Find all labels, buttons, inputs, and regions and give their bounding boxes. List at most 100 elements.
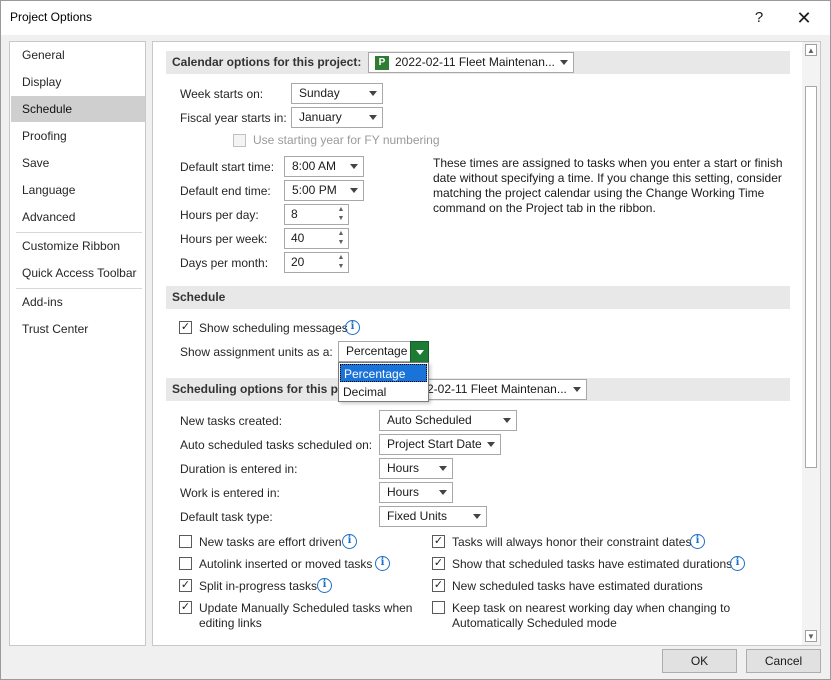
keep-working-day-checkbox[interactable]	[432, 601, 445, 614]
work-value: Hours	[387, 485, 420, 499]
nav-item-add-ins[interactable]: Add-ins	[11, 289, 145, 315]
task-type-combo[interactable]: Fixed Units	[379, 506, 487, 527]
task-type-label: Default task type:	[180, 510, 273, 524]
ok-button[interactable]: OK	[662, 649, 737, 673]
work-combo[interactable]: Hours	[379, 482, 453, 503]
vertical-scrollbar[interactable]: ▲ ▼	[802, 42, 820, 645]
info-icon[interactable]: i	[690, 534, 705, 549]
chevron-down-icon	[573, 387, 581, 392]
spin-down-icon[interactable]: ▼	[336, 239, 346, 247]
title-bar: Project Options ? ✕	[1, 1, 830, 35]
info-icon[interactable]: i	[730, 556, 745, 571]
scheduling-project-value: 2-02-11 Fleet Maintenan...	[427, 382, 567, 396]
new-tasks-combo[interactable]: Auto Scheduled	[379, 410, 517, 431]
default-end-value: 5:00 PM	[292, 183, 337, 197]
hours-per-week-value: 40	[291, 231, 305, 245]
spin-up-icon[interactable]: ▲	[336, 206, 346, 214]
fiscal-year-combo[interactable]: January	[291, 107, 383, 128]
close-icon[interactable]: ✕	[789, 5, 819, 31]
project-options-dialog: Project Options ? ✕ General Display Sche…	[0, 0, 831, 680]
nav-item-schedule[interactable]: Schedule	[11, 96, 145, 122]
new-tasks-estimated-checkbox[interactable]: ✓	[432, 579, 445, 592]
assignment-units-combo[interactable]: Percentage	[338, 341, 429, 363]
work-label: Work is entered in:	[180, 486, 280, 500]
nav-item-language[interactable]: Language	[11, 177, 145, 203]
chevron-down-icon	[369, 115, 377, 120]
assignment-units-value: Percentage	[346, 344, 408, 358]
chevron-down-icon	[416, 350, 424, 355]
nav-item-proofing[interactable]: Proofing	[11, 123, 145, 149]
default-end-label: Default end time:	[180, 184, 271, 198]
chevron-down-icon	[473, 514, 481, 519]
info-icon[interactable]: i	[342, 534, 357, 549]
week-starts-combo[interactable]: Sunday	[291, 83, 383, 104]
effort-driven-checkbox[interactable]	[179, 535, 192, 548]
scroll-up-arrow-icon[interactable]: ▲	[805, 44, 817, 56]
auto-scheduled-label: Auto scheduled tasks scheduled on:	[180, 438, 373, 452]
default-start-value: 8:00 AM	[292, 159, 337, 173]
chevron-down-icon	[439, 466, 447, 471]
option-percentage[interactable]: Percentage	[340, 364, 427, 382]
spin-up-icon[interactable]: ▲	[336, 254, 346, 262]
update-manual-tasks-checkbox[interactable]: ✓	[179, 601, 192, 614]
assignment-units-label: Show assignment units as a:	[180, 345, 333, 359]
show-estimated-durations-checkbox[interactable]: ✓	[432, 557, 445, 570]
default-start-label: Default start time:	[180, 160, 275, 174]
spin-down-icon[interactable]: ▼	[336, 215, 346, 223]
hours-per-day-value: 8	[291, 207, 298, 221]
days-per-month-value: 20	[291, 255, 305, 269]
info-icon[interactable]: i	[345, 320, 360, 335]
nav-item-quick-access-toolbar[interactable]: Quick Access Toolbar	[11, 260, 145, 286]
nav-item-trust-center[interactable]: Trust Center	[11, 316, 145, 342]
scroll-thumb[interactable]	[805, 86, 817, 468]
duration-label: Duration is entered in:	[180, 462, 298, 476]
option-decimal[interactable]: Decimal	[340, 383, 427, 401]
chevron-down-icon	[350, 188, 358, 193]
assignment-units-dropdown: Percentage Decimal	[338, 362, 429, 402]
default-times-explanation: These times are assigned to tasks when y…	[433, 156, 783, 215]
dropdown-button[interactable]	[410, 341, 429, 363]
new-tasks-value: Auto Scheduled	[387, 413, 472, 427]
honor-constraints-checkbox[interactable]: ✓	[432, 535, 445, 548]
cancel-button[interactable]: Cancel	[746, 649, 821, 673]
nav-item-general[interactable]: General	[11, 42, 145, 68]
calendar-project-combo[interactable]: P 2022-02-11 Fleet Maintenan...	[368, 52, 574, 73]
nav-item-customize-ribbon[interactable]: Customize Ribbon	[11, 233, 145, 259]
show-scheduling-messages-label: Show scheduling messages	[199, 321, 348, 335]
auto-scheduled-combo[interactable]: Project Start Date	[379, 434, 501, 455]
chevron-down-icon	[369, 91, 377, 96]
chevron-down-icon	[560, 60, 568, 65]
calendar-project-value: 2022-02-11 Fleet Maintenan...	[395, 55, 555, 69]
scheduling-options-title: Scheduling options for this pro	[172, 382, 350, 396]
show-scheduling-messages-checkbox[interactable]: ✓	[179, 321, 192, 334]
fiscal-year-value: January	[299, 110, 342, 124]
help-icon[interactable]: ?	[745, 5, 773, 31]
info-icon[interactable]: i	[317, 578, 332, 593]
project-file-icon: P	[375, 56, 389, 70]
hours-per-week-spinner[interactable]: 40 ▲ ▼	[284, 228, 349, 249]
settings-panel	[152, 41, 821, 646]
honor-constraints-label: Tasks will always honor their constraint…	[452, 535, 692, 549]
days-per-month-spinner[interactable]: 20 ▲ ▼	[284, 252, 349, 273]
duration-combo[interactable]: Hours	[379, 458, 453, 479]
scheduling-project-combo[interactable]: 2-02-11 Fleet Maintenan...	[419, 379, 587, 400]
spin-down-icon[interactable]: ▼	[336, 263, 346, 271]
window-title: Project Options	[10, 10, 93, 24]
nav-item-save[interactable]: Save	[11, 150, 145, 176]
autolink-checkbox[interactable]	[179, 557, 192, 570]
default-start-combo[interactable]: 8:00 AM	[284, 156, 364, 177]
default-end-combo[interactable]: 5:00 PM	[284, 180, 364, 201]
autolink-label: Autolink inserted or moved tasks	[199, 557, 373, 571]
effort-driven-label: New tasks are effort driven	[199, 535, 342, 549]
info-icon[interactable]: i	[375, 556, 390, 571]
split-in-progress-checkbox[interactable]: ✓	[179, 579, 192, 592]
use-starting-year-checkbox[interactable]	[233, 134, 246, 147]
spin-up-icon[interactable]: ▲	[336, 230, 346, 238]
nav-item-display[interactable]: Display	[11, 69, 145, 95]
duration-value: Hours	[387, 461, 420, 475]
chevron-down-icon	[350, 164, 358, 169]
hours-per-day-spinner[interactable]: 8 ▲ ▼	[284, 204, 349, 225]
fiscal-year-label: Fiscal year starts in:	[180, 111, 287, 125]
scroll-down-arrow-icon[interactable]: ▼	[805, 630, 817, 642]
nav-item-advanced[interactable]: Advanced	[11, 204, 145, 230]
